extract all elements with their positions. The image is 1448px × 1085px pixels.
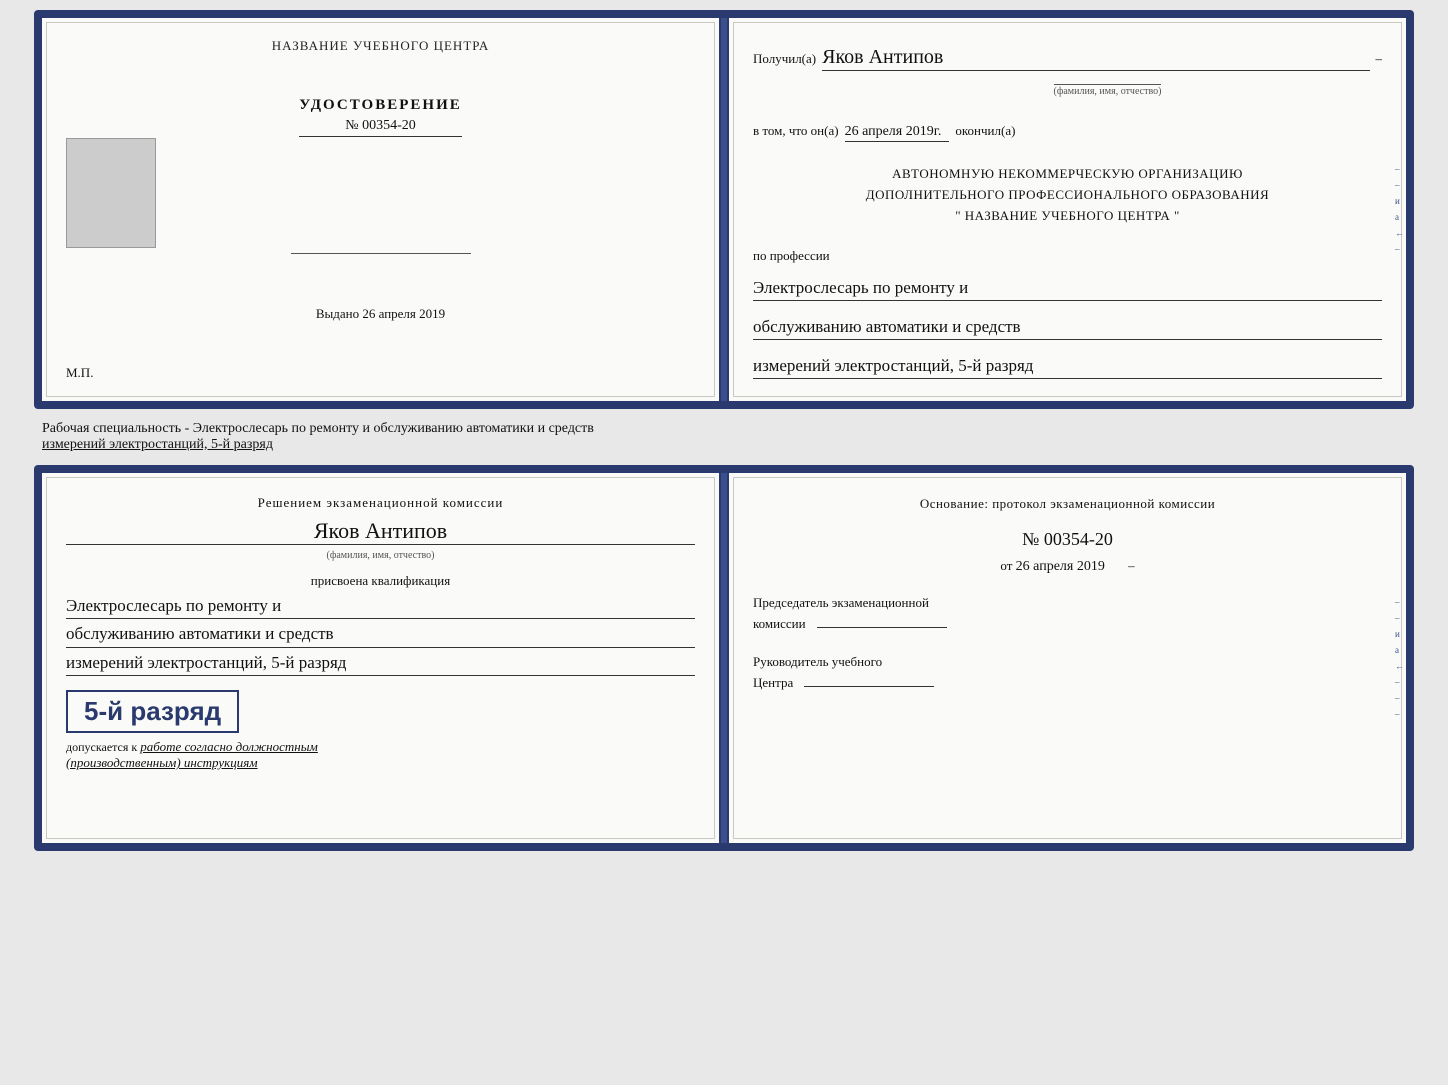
po-professii-label: по профессии <box>753 248 1382 264</box>
resheniem-label: Решением экзаменационной комиссии <box>66 493 695 514</box>
side-markers: – – и а ← – <box>1395 164 1404 254</box>
label-text: Рабочая специальность - Электрослесарь п… <box>42 421 1406 437</box>
vtom-date: 26 апреля 2019г. <box>845 124 950 142</box>
qualification-line1: Электрослесарь по ремонту и <box>66 593 695 620</box>
side-markers-bottom: – – и а ← – – – <box>1395 597 1404 719</box>
dopuskaetsya-label: допускается к <box>66 740 137 754</box>
org-quote: " НАЗВАНИЕ УЧЕБНОГО ЦЕНТРА " <box>753 206 1382 227</box>
protocol-number: № 00354-20 <box>753 529 1382 550</box>
predsedatel-label: Председатель экзаменационной <box>753 595 929 610</box>
vydano-line: Выдано 26 апреля 2019 <box>316 306 445 322</box>
qualification-line2: обслуживанию автоматики и средств <box>66 621 695 648</box>
bottom-document-book: Решением экзаменационной комиссии Яков А… <box>34 465 1414 851</box>
profession-line2: обслуживанию автоматики и средств <box>753 315 1382 340</box>
book-spine-bottom <box>721 473 727 843</box>
qualification-line3: измерений электростанций, 5-й разряд <box>66 650 695 677</box>
vtom-label: в том, что он(а) <box>753 123 839 139</box>
ot-line: от 26 апреля 2019 – <box>753 558 1382 575</box>
predsedatel-block: Председатель экзаменационной комиссии Ру… <box>753 593 1382 694</box>
rukovoditel-label2: Центра <box>753 675 793 690</box>
dopuskaetsya-text: работе согласно должностным <box>140 739 318 754</box>
bottom-name: Яков Антипов <box>66 518 695 545</box>
label-between: Рабочая специальность - Электрослесарь п… <box>34 419 1414 455</box>
recipient-name: Яков Антипов <box>822 46 1369 71</box>
vtom-line: в том, что он(а) 26 апреля 2019г. окончи… <box>753 123 1382 142</box>
fio-label-bottom: (фамилия, имя, отчество) <box>327 549 435 561</box>
profession-line3: измерений электростанций, 5-й разряд <box>753 354 1382 379</box>
okonchil-label: окончил(а) <box>955 123 1015 139</box>
ot-date: 26 апреля 2019 <box>1016 559 1105 574</box>
prisvoena-label: присвоена квалификация <box>66 573 695 589</box>
top-right-page: – – и а ← – Получил(а) Яков Антипов – (ф… <box>729 18 1406 401</box>
predsedatel-label2: комиссии <box>753 616 806 631</box>
received-label: Получил(а) <box>753 51 816 67</box>
training-center-title: НАЗВАНИЕ УЧЕБНОГО ЦЕНТРА <box>272 38 489 54</box>
org-line2: ДОПОЛНИТЕЛЬНОГО ПРОФЕССИОНАЛЬНОГО ОБРАЗО… <box>753 185 1382 206</box>
photo-placeholder <box>66 138 156 248</box>
razryad-badge: 5-й разряд <box>66 690 239 733</box>
razryad-text: 5-й разряд <box>84 696 221 727</box>
book-spine-top <box>721 18 727 401</box>
udostoverenie-block: УДОСТОВЕРЕНИЕ № 00354-20 <box>299 97 462 137</box>
bottom-right-page: – – и а ← – – – Основание: протокол экза… <box>729 473 1406 843</box>
dopuskaetsya-block: допускается к работе согласно должностны… <box>66 739 695 771</box>
ot-label: от <box>1000 558 1012 573</box>
org-block: АВТОНОМНУЮ НЕКОММЕРЧЕСКУЮ ОРГАНИЗАЦИЮ ДО… <box>753 164 1382 226</box>
top-left-page: НАЗВАНИЕ УЧЕБНОГО ЦЕНТРА УДОСТОВЕРЕНИЕ №… <box>42 18 719 401</box>
top-document-book: НАЗВАНИЕ УЧЕБНОГО ЦЕНТРА УДОСТОВЕРЕНИЕ №… <box>34 10 1414 409</box>
udostoverenie-number: № 00354-20 <box>299 118 462 137</box>
profession-line1: Электрослесарь по ремонту и <box>753 276 1382 301</box>
bottom-left-page: Решением экзаменационной комиссии Яков А… <box>42 473 719 843</box>
org-line1: АВТОНОМНУЮ НЕКОММЕРЧЕСКУЮ ОРГАНИЗАЦИЮ <box>753 164 1382 185</box>
rukovoditel-label: Руководитель учебного <box>753 654 882 669</box>
label-text2: измерений электростанций, 5-й разряд <box>42 437 1406 453</box>
mp-label: М.П. <box>66 365 93 381</box>
udostoverenie-title: УДОСТОВЕРЕНИЕ <box>299 97 462 114</box>
osnovanie-label: Основание: протокол экзаменационной коми… <box>753 493 1382 515</box>
dopuskaetsya-text2: (производственным) инструкциям <box>66 755 258 770</box>
predsedatel-signature-line <box>817 627 947 628</box>
rukovoditel-signature-line <box>804 686 934 687</box>
fio-label-top: (фамилия, имя, отчество) <box>1054 84 1162 97</box>
recipient-line: Получил(а) Яков Антипов – <box>753 46 1382 71</box>
